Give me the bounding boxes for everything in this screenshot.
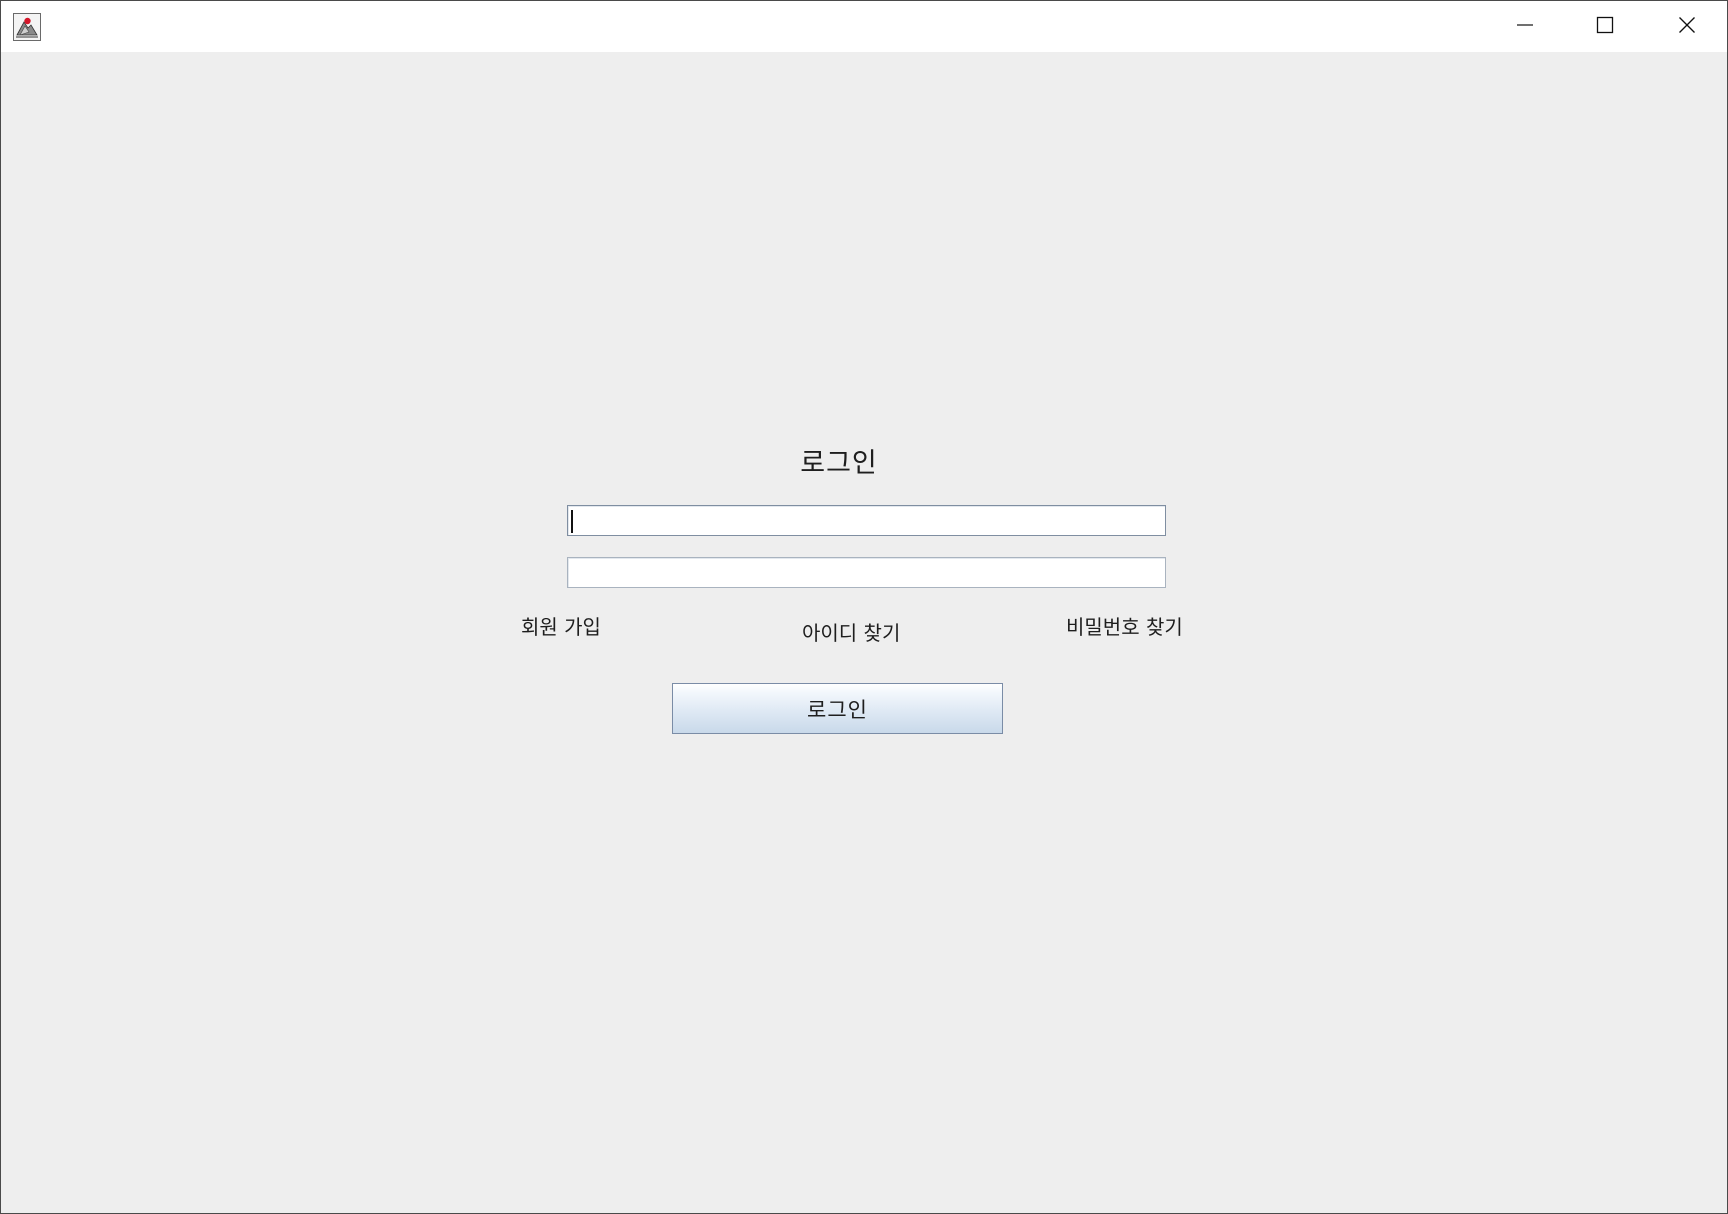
page-title: 로그인 <box>800 448 878 479</box>
text-caret <box>571 510 573 533</box>
id-input[interactable] <box>567 505 1166 536</box>
find-password-link[interactable]: 비밀번호 찾기 <box>1066 611 1183 640</box>
maximize-icon <box>1596 16 1614 38</box>
maximize-button[interactable] <box>1565 1 1645 52</box>
close-icon <box>1678 16 1696 38</box>
app-window: 로그인 회원 가입 아이디 찾기 비밀번호 찾기 로그인 <box>0 0 1728 1214</box>
title-bar[interactable] <box>1 1 1727 52</box>
signup-link[interactable]: 회원 가입 <box>521 611 601 640</box>
close-button[interactable] <box>1647 1 1727 52</box>
minimize-button[interactable] <box>1485 1 1565 52</box>
find-id-link[interactable]: 아이디 찾기 <box>802 617 900 646</box>
java-duke-icon <box>13 13 41 41</box>
password-input[interactable] <box>567 557 1166 588</box>
login-button[interactable]: 로그인 <box>672 683 1003 734</box>
minimize-icon <box>1516 16 1534 38</box>
